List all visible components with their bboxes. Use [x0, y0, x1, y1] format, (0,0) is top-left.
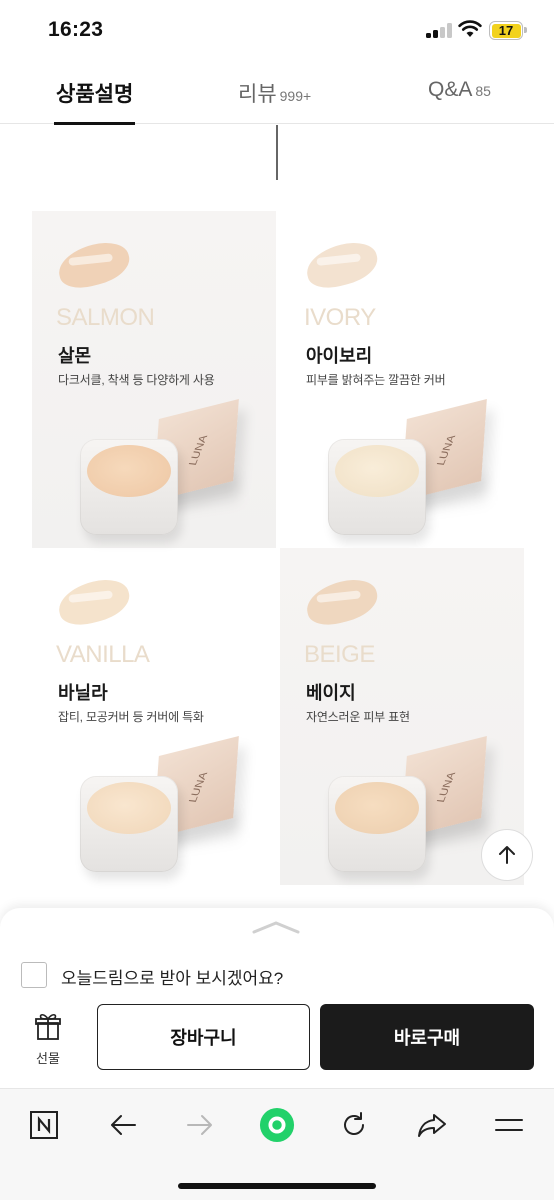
- app-screen: 16:23 17 상품설명 리뷰 999+ Q&A 85 SALMON 살몬 다크서…: [0, 0, 554, 1200]
- tab-reviews[interactable]: 리뷰 999+: [238, 78, 311, 108]
- shade-korean-name: 아이보리: [306, 346, 373, 366]
- shade-card-beige: BEIGE 베이지 자연스러운 피부 표현 LUNA: [280, 548, 524, 885]
- brand-logo: LUNA: [187, 771, 211, 804]
- home-indicator: [178, 1183, 376, 1189]
- concealer-jar-image: LUNA: [78, 399, 248, 541]
- tab-count: 999+: [279, 88, 312, 104]
- tab-label: 상품설명: [56, 83, 134, 106]
- shade-description: 피부를 밝혀주는 깔끔한 커버: [306, 373, 446, 387]
- forward-button[interactable]: [182, 1107, 218, 1143]
- cream-swatch: [302, 573, 382, 631]
- tab-product-description[interactable]: 상품설명: [53, 78, 136, 125]
- brand-logo: LUNA: [187, 434, 211, 467]
- cream-swatch: [302, 236, 382, 294]
- brand-logo: LUNA: [435, 434, 459, 467]
- add-to-cart-button[interactable]: 장바구니: [97, 1004, 310, 1070]
- battery-icon: 17: [489, 21, 527, 40]
- green-dot-button[interactable]: [259, 1107, 295, 1143]
- battery-level: 17: [491, 23, 521, 38]
- shade-card-salmon: SALMON 살몬 다크서클, 착색 등 다양하게 사용 LUNA: [32, 211, 276, 548]
- shade-description: 다크서클, 착색 등 다양하게 사용: [58, 373, 215, 387]
- shade-english-name: SALMON: [56, 304, 155, 331]
- tab-label: Q&A: [428, 78, 473, 101]
- arrow-up-icon: [499, 846, 515, 864]
- refresh-button[interactable]: [336, 1107, 372, 1143]
- concealer-jar-image: LUNA: [326, 399, 496, 541]
- menu-button[interactable]: [491, 1107, 527, 1143]
- wifi-icon: [458, 20, 482, 37]
- refresh-icon: [344, 1112, 364, 1135]
- cellular-signal-icon: [426, 22, 452, 38]
- shade-english-name: BEIGE: [304, 641, 375, 668]
- shade-description: 자연스러운 피부 표현: [306, 710, 410, 724]
- status-bar: 16:23 17: [0, 0, 554, 60]
- scroll-to-top-button[interactable]: [481, 829, 533, 881]
- buy-now-button[interactable]: 바로구매: [320, 1004, 534, 1070]
- shade-korean-name: 살몬: [58, 346, 92, 366]
- tab-count: 85: [475, 83, 491, 99]
- shade-english-name: VANILLA: [56, 641, 150, 668]
- purchase-sheet: 오늘드림으로 받아 보시겠어요? 선물 장바구니 바로구매: [0, 908, 554, 1088]
- concealer-jar-image: LUNA: [78, 736, 248, 878]
- today-delivery-checkbox[interactable]: [21, 962, 47, 988]
- status-time: 16:23: [48, 18, 104, 41]
- sheet-collapse-handle-icon[interactable]: [252, 920, 300, 934]
- cream-swatch: [54, 236, 134, 294]
- shade-card-ivory: IVORY 아이보리 피부를 밝혀주는 깔끔한 커버 LUNA: [280, 211, 524, 548]
- share-icon: [418, 1114, 446, 1137]
- menu-icon: [495, 1119, 523, 1131]
- shade-korean-name: 바닐라: [58, 683, 108, 703]
- green-home-icon: [259, 1107, 295, 1143]
- brand-logo: LUNA: [435, 771, 459, 804]
- share-button[interactable]: [414, 1107, 450, 1143]
- gift-icon: [35, 1013, 61, 1040]
- product-tabs: 상품설명 리뷰 999+ Q&A 85: [0, 62, 554, 125]
- tab-label: 리뷰: [238, 83, 277, 106]
- tab-qna[interactable]: Q&A 85: [428, 78, 491, 102]
- gift-button[interactable]: 선물: [28, 1011, 68, 1067]
- forward-arrow-icon: [187, 1115, 212, 1135]
- naver-n-icon: [30, 1111, 58, 1139]
- cream-swatch: [54, 573, 134, 631]
- shade-description: 잡티, 모공커버 등 커버에 특화: [58, 710, 204, 724]
- naver-home-button[interactable]: [26, 1107, 62, 1143]
- back-button[interactable]: [105, 1107, 141, 1143]
- shade-korean-name: 베이지: [306, 683, 356, 703]
- product-detail-image: SALMON 살몬 다크서클, 착색 등 다양하게 사용 LUNA IVORY …: [0, 125, 554, 915]
- browser-toolbar: [0, 1088, 554, 1200]
- back-arrow-icon: [111, 1115, 136, 1135]
- gift-label: 선물: [36, 1051, 60, 1066]
- shade-card-vanilla: VANILLA 바닐라 잡티, 모공커버 등 커버에 특화 LUNA: [32, 548, 276, 885]
- shade-english-name: IVORY: [304, 304, 376, 331]
- today-delivery-label[interactable]: 오늘드림으로 받아 보시겠어요?: [61, 964, 283, 989]
- concealer-jar-image: LUNA: [326, 736, 496, 878]
- divider-line: [276, 125, 278, 180]
